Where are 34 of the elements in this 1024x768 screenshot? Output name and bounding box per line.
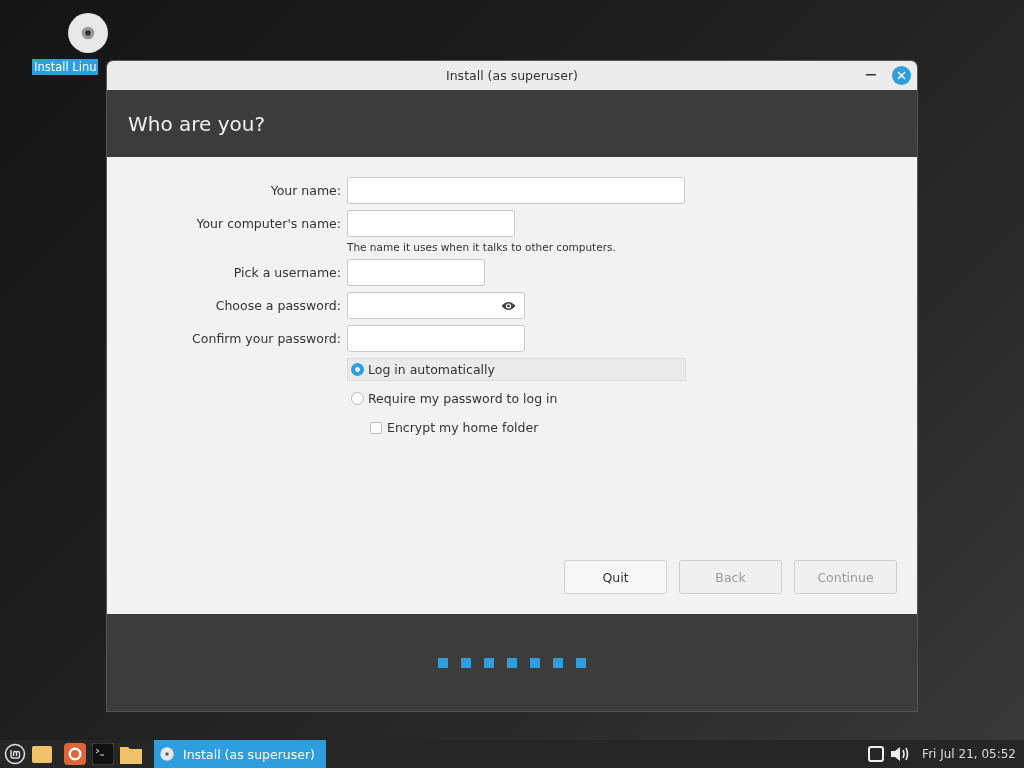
checkbox-label[interactable]: Encrypt my home folder xyxy=(387,420,539,435)
field-label: Choose a password: xyxy=(215,298,341,313)
close-icon[interactable] xyxy=(897,70,906,80)
window-title: Install (as superuser) xyxy=(446,68,578,83)
field-label: Confirm your password: xyxy=(192,331,341,346)
page-heading: Who are you? xyxy=(128,111,266,136)
input-field[interactable] xyxy=(347,210,515,237)
folder-icon[interactable] xyxy=(120,744,142,764)
password-field[interactable] xyxy=(347,292,525,319)
menu-icon[interactable] xyxy=(4,743,26,765)
input-field[interactable] xyxy=(347,259,485,286)
input-field[interactable] xyxy=(347,325,525,352)
checkbox[interactable] xyxy=(370,421,382,434)
login-option[interactable]: Log in automatically xyxy=(347,358,686,381)
clock[interactable]: Fri Jul 21, 05:52 xyxy=(922,747,1016,761)
wizard-button[interactable]: Quit xyxy=(564,560,667,594)
terminal-icon[interactable] xyxy=(92,743,114,765)
close-button[interactable] xyxy=(892,65,911,85)
eye-icon[interactable] xyxy=(501,300,516,311)
field-hint: The name it uses when it talks to other computers. xyxy=(347,241,617,253)
login-option[interactable]: Require my password to log in xyxy=(347,387,686,410)
field-label: Your name: xyxy=(270,183,341,198)
disc-icon xyxy=(67,12,109,54)
field-label: Your computer's name: xyxy=(196,216,341,231)
disc-icon xyxy=(160,747,174,761)
window-icon[interactable] xyxy=(868,746,885,762)
browser-icon[interactable] xyxy=(64,743,86,765)
field-label: Pick a username: xyxy=(233,265,341,280)
folder-icon[interactable] xyxy=(32,745,52,763)
radio-button[interactable] xyxy=(351,363,364,376)
volume-icon[interactable] xyxy=(890,746,911,762)
radio-button[interactable] xyxy=(351,392,364,405)
input-field[interactable] xyxy=(347,177,685,204)
minimize-icon[interactable] xyxy=(866,74,876,76)
